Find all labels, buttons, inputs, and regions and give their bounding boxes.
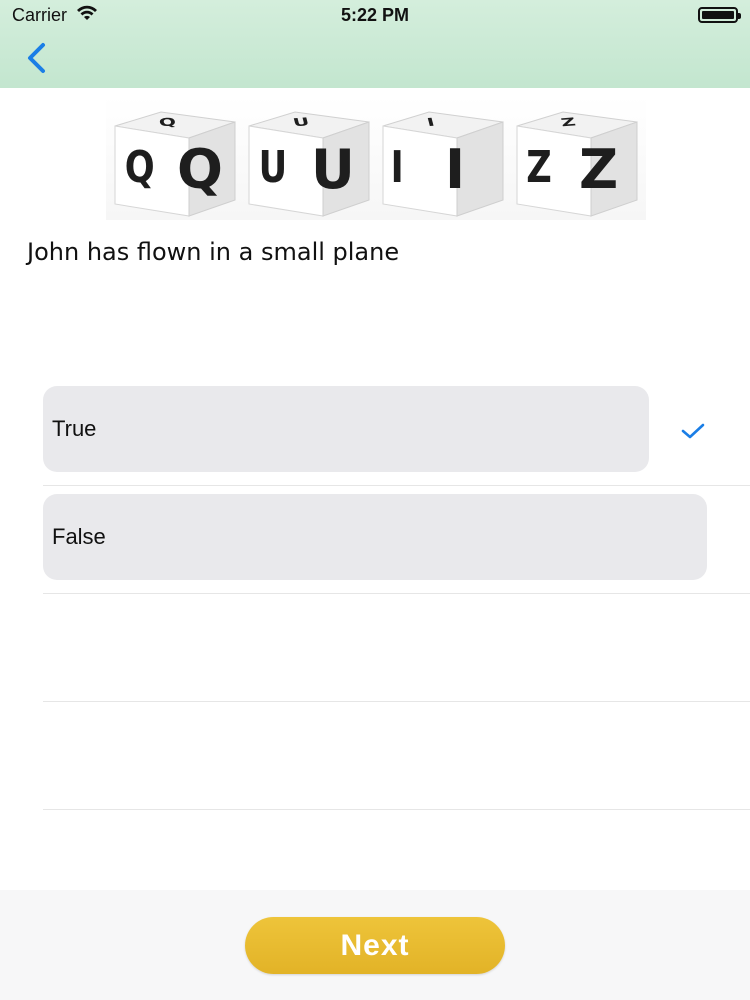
logo-cube: I I I bbox=[377, 108, 509, 220]
answer-option-false[interactable]: False bbox=[43, 486, 750, 594]
empty-list-row bbox=[43, 702, 750, 810]
answer-option-label: True bbox=[52, 416, 97, 441]
logo-cube-top-letter: U bbox=[291, 114, 311, 130]
back-button[interactable] bbox=[18, 40, 54, 76]
next-button[interactable]: Next bbox=[245, 917, 505, 974]
logo-cube-right-letter: Q bbox=[177, 138, 223, 201]
logo-cube-left-letter: U bbox=[258, 142, 288, 193]
empty-list-row bbox=[43, 594, 750, 702]
answer-option-true[interactable]: True bbox=[43, 378, 750, 486]
battery-icon bbox=[698, 7, 741, 23]
logo-cube-left-letter: Z bbox=[526, 142, 552, 193]
answer-option-cell[interactable]: True bbox=[43, 386, 649, 472]
wifi-icon bbox=[75, 5, 99, 26]
next-button-label: Next bbox=[340, 928, 410, 962]
logo-cube-top-letter: Q bbox=[157, 114, 178, 130]
chevron-left-icon bbox=[28, 43, 45, 73]
quiz-logo: Q Q Q U U U I I I Z Z Z bbox=[106, 96, 646, 220]
logo-cube: Z Z Z bbox=[511, 108, 643, 220]
status-time: 5:22 PM bbox=[340, 4, 410, 25]
status-left: Carrier bbox=[0, 5, 99, 26]
logo-cube-right-letter: Z bbox=[579, 138, 619, 201]
logo-cube-right-letter: U bbox=[311, 138, 355, 201]
logo-cube-left-letter: I bbox=[390, 142, 404, 193]
answer-options-list: True False bbox=[43, 378, 750, 810]
logo-cube: U U U bbox=[243, 108, 375, 220]
logo-cube-right-letter: I bbox=[445, 138, 466, 201]
status-bar: Carrier 5:22 PM bbox=[0, 0, 750, 30]
answer-option-label: False bbox=[52, 524, 106, 549]
logo-cube-left-letter: Q bbox=[124, 142, 155, 193]
answer-option-cell[interactable]: False bbox=[43, 494, 707, 580]
logo-cube: Q Q Q bbox=[109, 108, 241, 220]
checkmark-icon bbox=[681, 422, 705, 445]
question-text: John has flown in a small plane bbox=[27, 238, 400, 266]
logo-cube-top-letter: Z bbox=[559, 114, 578, 130]
carrier-label: Carrier bbox=[12, 4, 68, 25]
